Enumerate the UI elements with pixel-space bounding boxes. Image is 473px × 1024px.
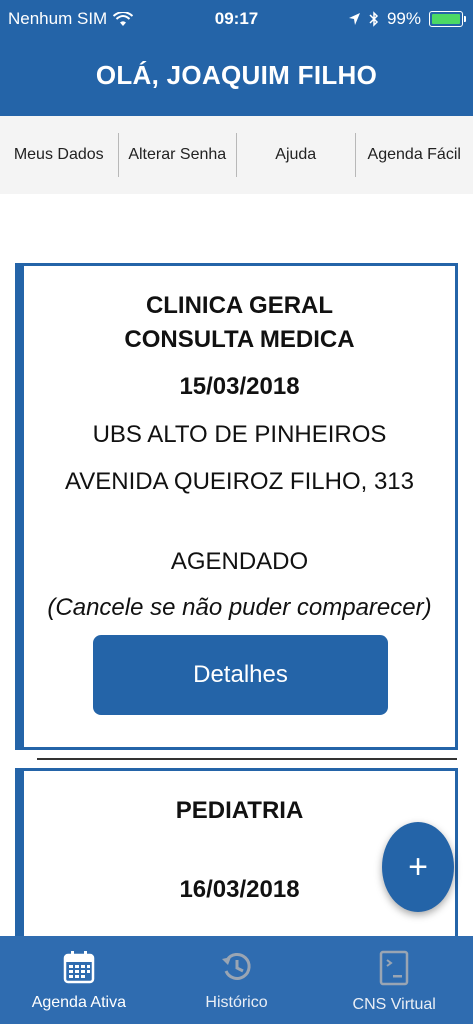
appointment-card: CLINICA GERAL CONSULTA MEDICA 15/03/2018… xyxy=(15,263,458,750)
tab-historico[interactable]: Histórico xyxy=(158,936,316,1024)
appointment-specialty: CLINICA GERAL xyxy=(145,292,334,319)
top-menu: Meus Dados Alterar Senha Ajuda Agenda Fá… xyxy=(0,116,473,194)
menu-item-ajuda[interactable]: Ajuda xyxy=(237,133,356,177)
tab-label: CNS Virtual xyxy=(352,996,436,1013)
battery-percent: 99% xyxy=(386,9,421,28)
battery-level xyxy=(432,14,460,24)
details-button[interactable]: Detalhes xyxy=(93,635,388,715)
tab-agenda-ativa[interactable]: Agenda Ativa xyxy=(0,936,158,1024)
status-indicators: 99% xyxy=(348,9,466,29)
menu-item-agenda-facil[interactable]: Agenda Fácil xyxy=(356,133,473,177)
tab-cns-virtual[interactable]: CNS Virtual xyxy=(315,936,473,1024)
tab-label: Histórico xyxy=(205,994,268,1011)
menu-item-alterar-senha[interactable]: Alterar Senha xyxy=(119,133,237,177)
bluetooth-icon xyxy=(369,11,379,27)
history-icon xyxy=(221,952,251,980)
location-arrow-icon xyxy=(348,13,360,25)
menu-item-meus-dados[interactable]: Meus Dados xyxy=(0,133,119,177)
calendar-icon xyxy=(63,951,95,984)
app-header: Nenhum SIM 09:17 99% OLÁ, JOAQUIM FILHO xyxy=(0,0,473,116)
appointment-unit: UBS ALTO DE PINHEIROS xyxy=(92,421,387,448)
appointment-address: AVENIDA QUEIROZ FILHO, 313 xyxy=(65,468,414,495)
appointment-note: (Cancele se não puder comparecer) xyxy=(47,594,432,621)
bottom-tab-bar: Agenda Ativa Histórico CNS Virtual xyxy=(0,936,473,1024)
status-bar: Nenhum SIM 09:17 99% xyxy=(0,0,473,38)
battery-icon xyxy=(429,11,466,27)
appointment-type: CONSULTA MEDICA xyxy=(124,326,355,353)
appointment-date: 15/03/2018 xyxy=(179,373,300,400)
card-divider xyxy=(37,758,457,760)
appointment-status: AGENDADO xyxy=(170,548,309,575)
add-appointment-button[interactable]: + xyxy=(382,822,454,912)
greeting-title: OLÁ, JOAQUIM FILHO xyxy=(95,60,378,90)
tab-label: Agenda Ativa xyxy=(31,994,126,1011)
appointment-specialty: PEDIATRIA xyxy=(175,797,304,824)
card-icon xyxy=(379,950,409,986)
